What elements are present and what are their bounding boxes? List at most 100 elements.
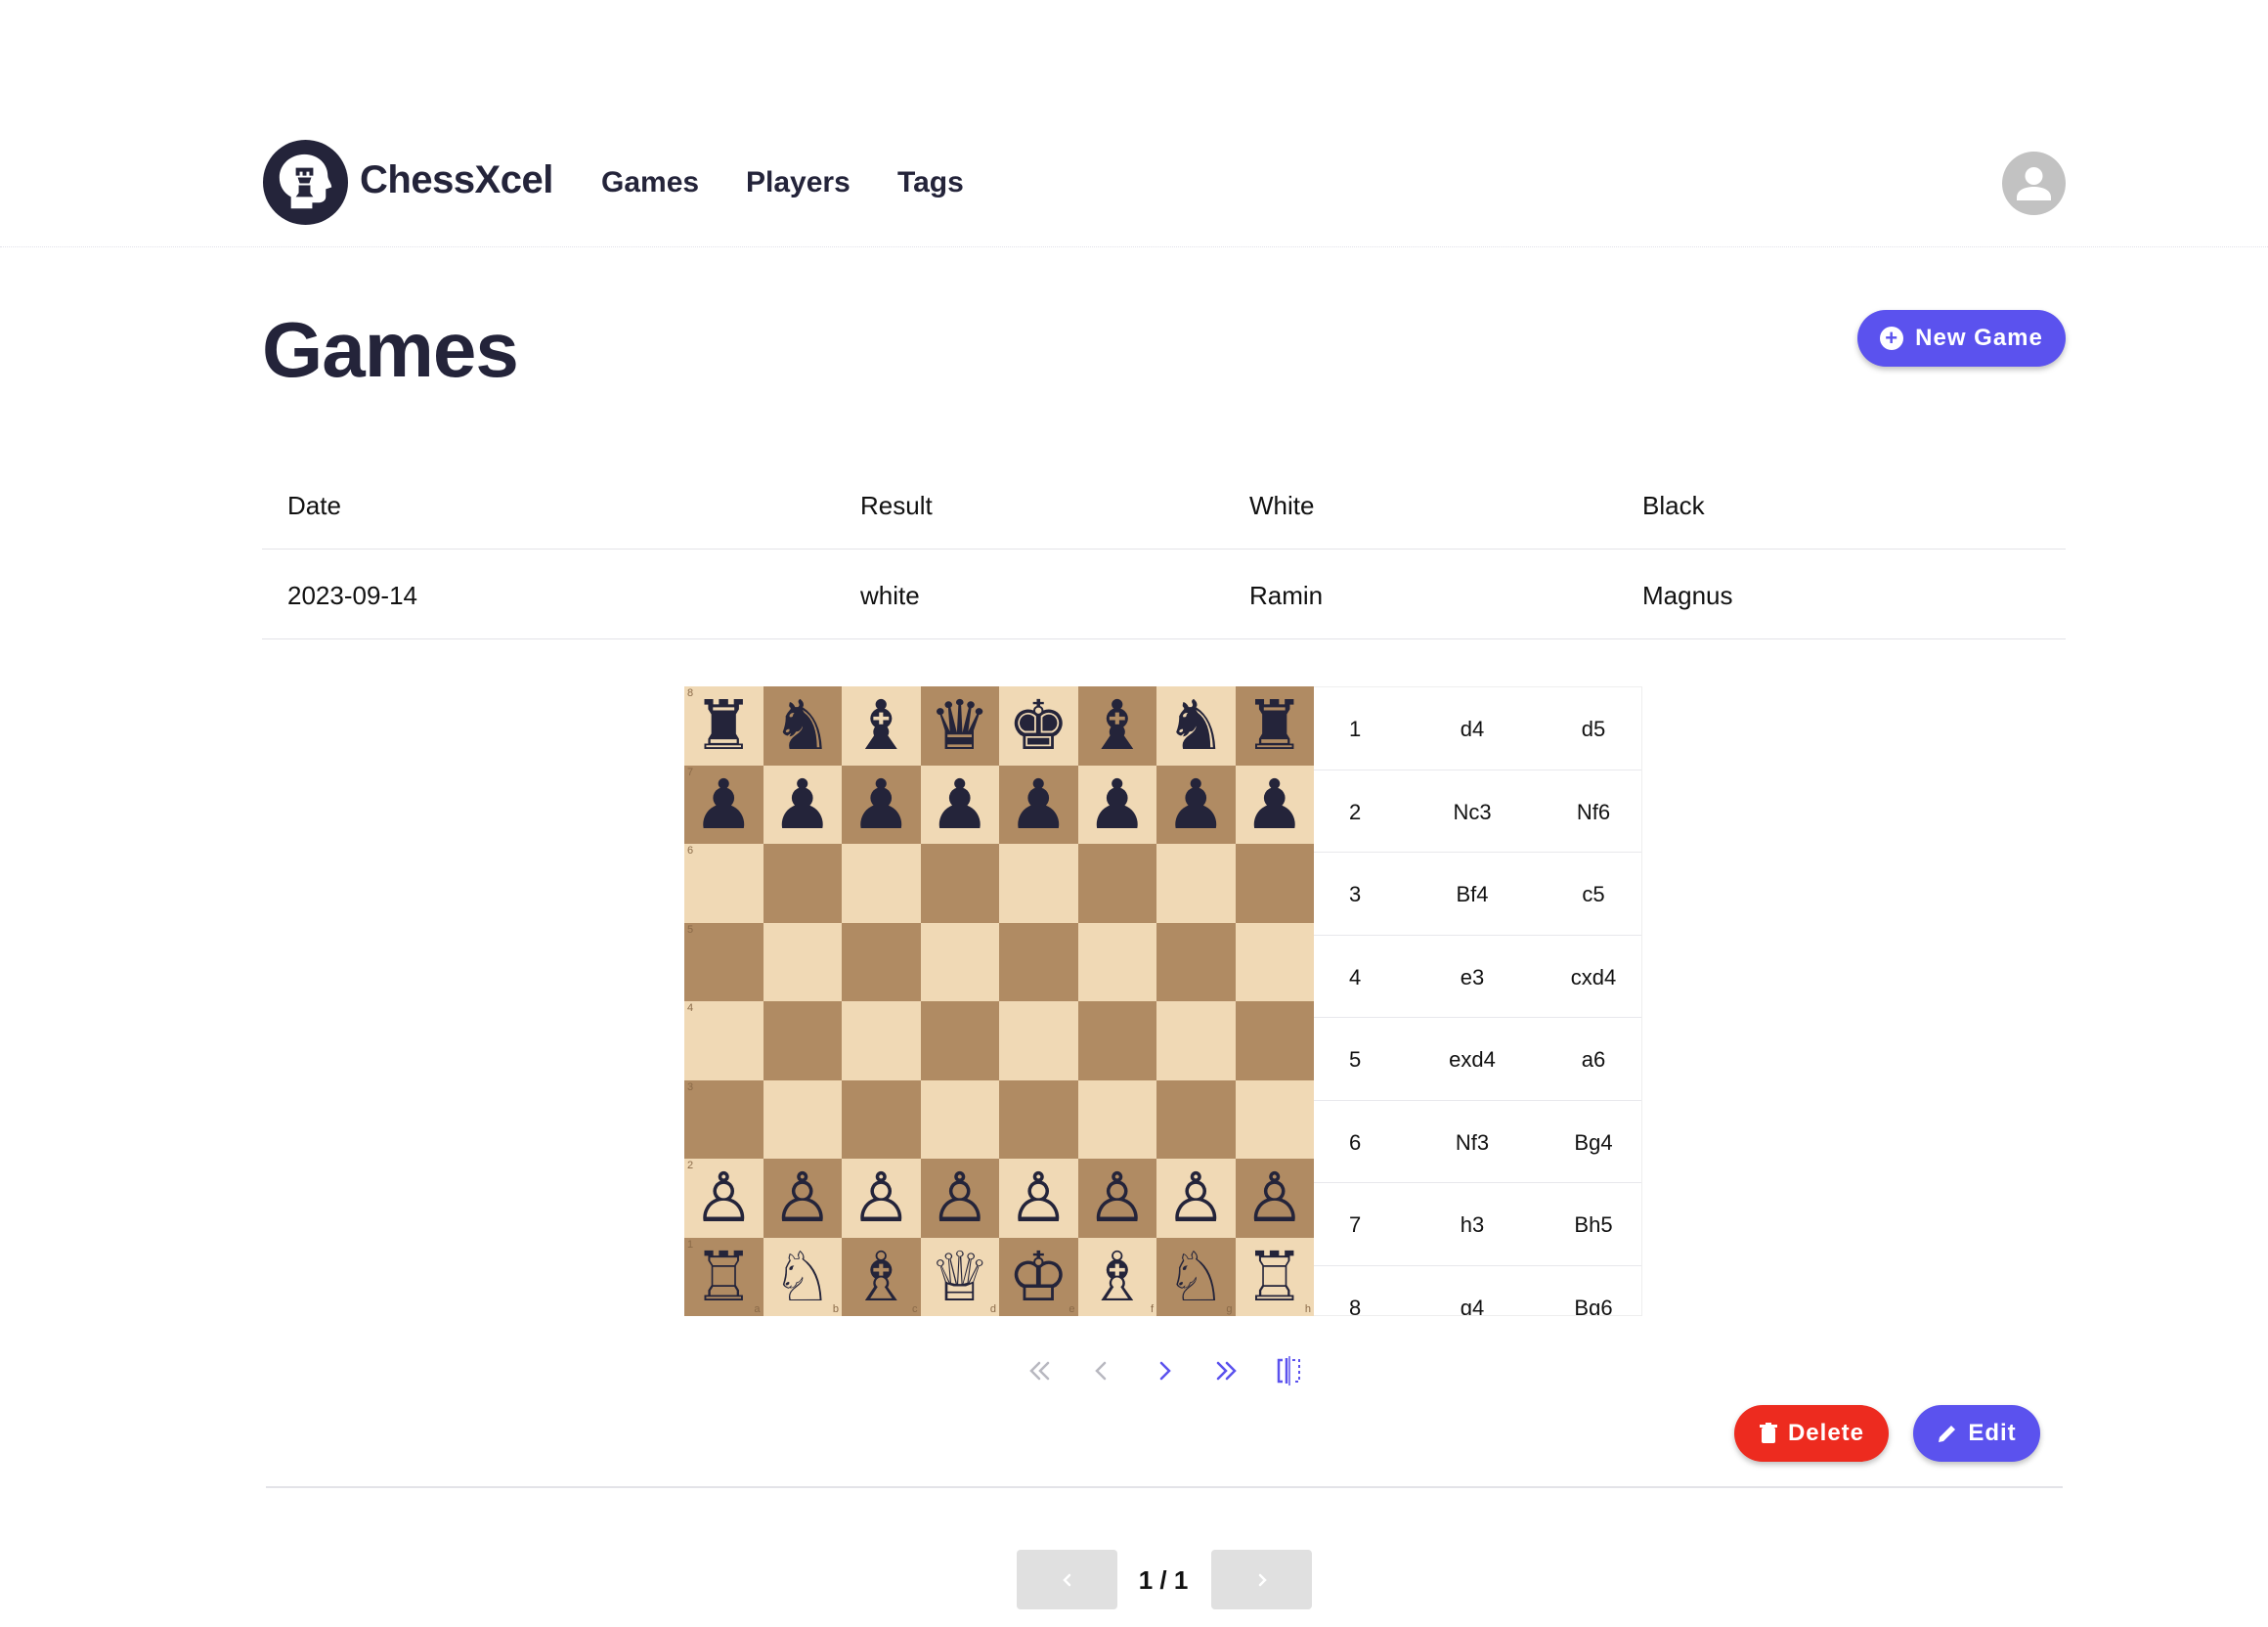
board-square-g7[interactable]: ♟	[1156, 765, 1236, 844]
chessxcel-logo-icon[interactable]	[262, 139, 349, 226]
board-square-g3[interactable]	[1156, 1079, 1236, 1159]
chess-piece[interactable]: ♚	[1008, 691, 1069, 760]
chess-piece[interactable]: ♟	[1008, 770, 1069, 839]
board-square-e8[interactable]: ♚	[999, 686, 1078, 766]
chess-piece[interactable]: ♟	[1086, 770, 1148, 839]
column-header-white[interactable]: White	[1249, 491, 1314, 521]
board-square-c6[interactable]	[842, 844, 921, 923]
board-square-a6[interactable]: 6	[684, 844, 763, 923]
chess-piece[interactable]: ♗	[1086, 1243, 1148, 1311]
board-square-h1[interactable]: ♖ h	[1235, 1237, 1314, 1316]
delete-button[interactable]: Delete	[1734, 1405, 1889, 1462]
board-square-b4[interactable]	[763, 1001, 842, 1080]
white-move[interactable]: h3	[1433, 1212, 1511, 1238]
board-square-g6[interactable]	[1156, 844, 1236, 923]
board-square-c5[interactable]	[842, 922, 921, 1001]
brand-name[interactable]: ChessXcel	[360, 158, 553, 202]
board-square-d2[interactable]: ♙	[920, 1159, 999, 1238]
board-square-a5[interactable]: 5	[684, 922, 763, 1001]
board-square-g2[interactable]: ♙	[1156, 1159, 1236, 1238]
chess-piece[interactable]: ♖	[1243, 1243, 1305, 1311]
column-header-result[interactable]: Result	[860, 491, 933, 521]
nav-games[interactable]: Games	[601, 166, 699, 199]
chess-piece[interactable]: ♟	[850, 770, 912, 839]
board-square-f6[interactable]	[1077, 844, 1156, 923]
board-square-b5[interactable]	[763, 922, 842, 1001]
previous-move-button[interactable]	[1082, 1351, 1121, 1390]
move-row[interactable]: 7 h3 Bh5	[1314, 1183, 1641, 1266]
board-square-b7[interactable]: ♟	[763, 765, 842, 844]
chess-piece[interactable]: ♙	[1243, 1164, 1305, 1232]
move-row[interactable]: 6 Nf3 Bg4	[1314, 1101, 1641, 1183]
black-move[interactable]: c5	[1554, 882, 1633, 907]
board-square-f4[interactable]	[1077, 1001, 1156, 1080]
board-square-b3[interactable]	[763, 1079, 842, 1159]
board-square-b6[interactable]	[763, 844, 842, 923]
white-move[interactable]: exd4	[1433, 1047, 1511, 1073]
board-square-a2[interactable]: ♙ 2	[684, 1159, 763, 1238]
board-square-b1[interactable]: ♘ b	[763, 1237, 842, 1316]
chess-piece[interactable]: ♙	[1008, 1164, 1069, 1232]
board-square-d7[interactable]: ♟	[920, 765, 999, 844]
nav-players[interactable]: Players	[746, 166, 850, 199]
board-square-e2[interactable]: ♙	[999, 1159, 1078, 1238]
chess-piece[interactable]: ♟	[1165, 770, 1227, 839]
chess-piece[interactable]: ♝	[850, 691, 912, 760]
chess-piece[interactable]: ♘	[771, 1243, 833, 1311]
black-move[interactable]: a6	[1554, 1047, 1633, 1073]
chess-board[interactable]: ♜ 8 ♞ ♝ ♛ ♚ ♝ ♞ ♜ ♟ 7 ♟ ♟ ♟ ♟ ♟ ♟ ♟ 6 5 4 3 ♙ 2 ♙ ♙ ♙ ♙ ♙ ♙ ♙ ♖ 1 a ♘ b ♗ c ♕ d…	[684, 686, 1314, 1316]
board-square-f1[interactable]: ♗ f	[1077, 1237, 1156, 1316]
white-move[interactable]: Nc3	[1433, 800, 1511, 825]
board-square-g4[interactable]	[1156, 1001, 1236, 1080]
move-row[interactable]: 1 d4 d5	[1314, 687, 1641, 770]
black-move[interactable]: Bh5	[1554, 1212, 1633, 1238]
black-move[interactable]: Bg4	[1554, 1130, 1633, 1156]
board-square-a3[interactable]: 3	[684, 1079, 763, 1159]
board-square-c4[interactable]	[842, 1001, 921, 1080]
board-square-e3[interactable]	[999, 1079, 1078, 1159]
new-game-button[interactable]: + New Game	[1857, 310, 2066, 367]
board-square-f7[interactable]: ♟	[1077, 765, 1156, 844]
black-move[interactable]: cxd4	[1554, 965, 1633, 990]
chess-piece[interactable]: ♙	[771, 1164, 833, 1232]
user-avatar[interactable]	[2002, 152, 2066, 215]
board-square-g8[interactable]: ♞	[1156, 686, 1236, 766]
board-square-h5[interactable]	[1235, 922, 1314, 1001]
chess-piece[interactable]: ♜	[693, 691, 755, 760]
board-square-f8[interactable]: ♝	[1077, 686, 1156, 766]
flip-board-button[interactable]	[1270, 1351, 1309, 1390]
chess-piece[interactable]: ♟	[771, 770, 833, 839]
move-list[interactable]: 1 d4 d5 2 Nc3 Nf6 3 Bf4 c5 4 e3 cxd4 5 exd4 a6 6 Nf3 Bg4 7…	[1314, 686, 1642, 1316]
chess-piece[interactable]: ♙	[929, 1164, 990, 1232]
board-square-g1[interactable]: ♘ g	[1156, 1237, 1236, 1316]
move-row[interactable]: 3 Bf4 c5	[1314, 853, 1641, 936]
chess-piece[interactable]: ♙	[693, 1164, 755, 1232]
nav-tags[interactable]: Tags	[897, 166, 964, 199]
first-move-button[interactable]	[1020, 1351, 1059, 1390]
white-move[interactable]: Bf4	[1433, 882, 1511, 907]
board-square-a7[interactable]: ♟ 7	[684, 765, 763, 844]
column-header-date[interactable]: Date	[287, 491, 341, 521]
move-row[interactable]: 4 e3 cxd4	[1314, 936, 1641, 1018]
board-square-e5[interactable]	[999, 922, 1078, 1001]
black-move[interactable]: d5	[1554, 717, 1633, 742]
board-square-d3[interactable]	[920, 1079, 999, 1159]
chess-piece[interactable]: ♟	[693, 770, 755, 839]
board-square-h2[interactable]: ♙	[1235, 1159, 1314, 1238]
white-move[interactable]: Nf3	[1433, 1130, 1511, 1156]
board-square-d6[interactable]	[920, 844, 999, 923]
move-row[interactable]: 2 Nc3 Nf6	[1314, 770, 1641, 853]
board-square-g5[interactable]	[1156, 922, 1236, 1001]
chess-piece[interactable]: ♘	[1165, 1243, 1227, 1311]
board-square-c8[interactable]: ♝	[842, 686, 921, 766]
next-page-button[interactable]	[1211, 1550, 1312, 1609]
board-square-h3[interactable]	[1235, 1079, 1314, 1159]
board-square-h7[interactable]: ♟	[1235, 765, 1314, 844]
board-square-c7[interactable]: ♟	[842, 765, 921, 844]
white-move[interactable]: d4	[1433, 717, 1511, 742]
board-square-h8[interactable]: ♜	[1235, 686, 1314, 766]
chess-piece[interactable]: ♔	[1008, 1243, 1069, 1311]
black-move[interactable]: Nf6	[1554, 800, 1633, 825]
chess-piece[interactable]: ♞	[771, 691, 833, 760]
board-square-d1[interactable]: ♕ d	[920, 1237, 999, 1316]
